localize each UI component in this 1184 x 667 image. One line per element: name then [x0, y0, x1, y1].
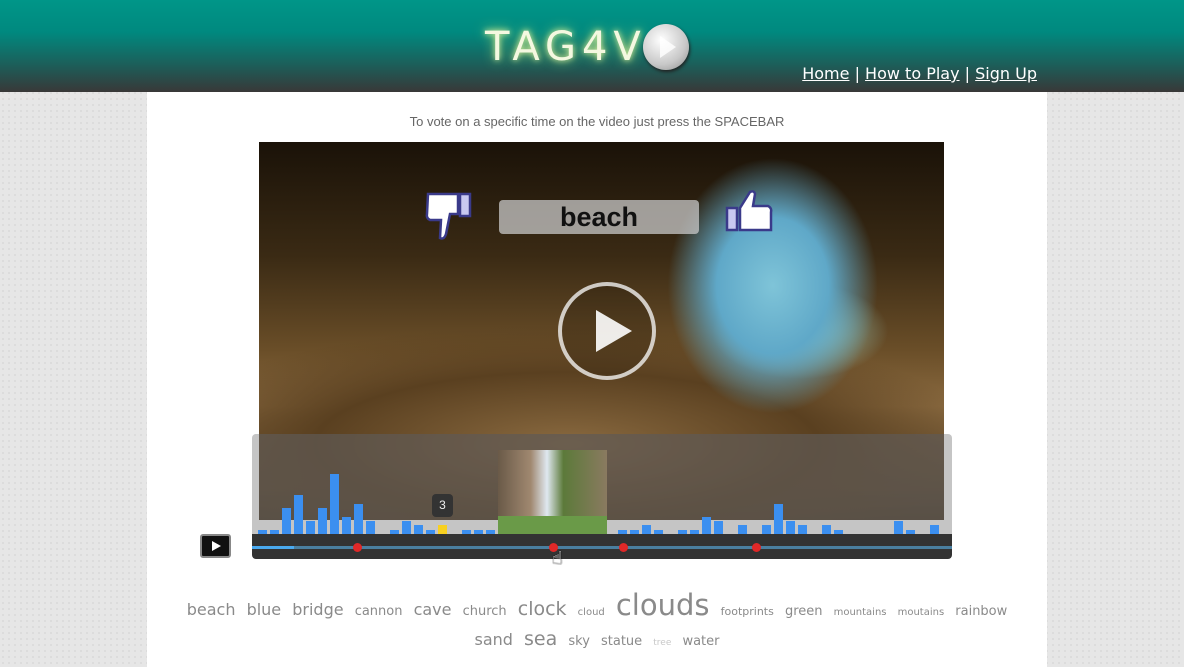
tag-cloud-item[interactable]: clouds — [616, 588, 710, 622]
tag-cloud: beach blue bridge cannon cave church clo… — [170, 591, 1024, 656]
vote-bar[interactable] — [306, 521, 315, 534]
tag-cloud-item[interactable]: cave — [414, 600, 452, 619]
vote-bar[interactable] — [762, 525, 771, 534]
tag-marker[interactable] — [353, 543, 362, 552]
tag-cloud-item[interactable]: mountains — [834, 607, 887, 618]
vote-bar[interactable] — [342, 516, 351, 534]
big-play-icon[interactable] — [558, 282, 656, 380]
nav-separator: | — [854, 64, 860, 83]
tag-cloud-item[interactable]: sea — [524, 628, 557, 650]
vote-bar[interactable] — [702, 516, 711, 534]
vote-bar[interactable] — [402, 521, 411, 534]
vote-bar[interactable] — [282, 508, 291, 534]
vote-bar[interactable] — [366, 521, 375, 534]
vote-bar[interactable] — [414, 525, 423, 534]
vote-bar[interactable] — [822, 525, 831, 534]
vote-bar[interactable] — [354, 503, 363, 534]
vote-bar[interactable] — [330, 473, 339, 534]
tag-cloud-item[interactable]: sand — [475, 630, 513, 649]
vote-bar[interactable] — [318, 508, 327, 534]
tag-cloud-item[interactable]: rainbow — [955, 604, 1007, 619]
thumbs-down-icon[interactable] — [424, 190, 474, 246]
current-tag-label: beach — [499, 200, 699, 234]
vote-bar[interactable] — [798, 525, 807, 534]
nav-home-link[interactable]: Home — [802, 64, 849, 83]
tag-cloud-item[interactable]: statue — [601, 634, 642, 649]
nav-separator: | — [964, 64, 971, 83]
top-nav: Home | How to Play | Sign Up — [802, 64, 1037, 83]
vote-count-tooltip: 3 — [432, 494, 453, 517]
vote-bar[interactable] — [774, 503, 783, 534]
nav-sign-up-link[interactable]: Sign Up — [975, 64, 1037, 83]
site-header: TAG4V Home | How to Play | Sign Up — [0, 0, 1184, 92]
tag-cloud-item[interactable]: footprints — [721, 605, 774, 618]
vote-bar[interactable] — [930, 525, 939, 534]
tag-cloud-item[interactable]: church — [463, 604, 507, 619]
hand-cursor-icon: ☝ — [552, 548, 563, 569]
play-button[interactable] — [200, 534, 231, 558]
vote-bar[interactable] — [438, 525, 447, 534]
tag-marker[interactable] — [619, 543, 628, 552]
tag-cloud-item[interactable]: sky — [568, 634, 590, 649]
site-logo[interactable]: TAG4V — [485, 22, 689, 72]
vote-bar[interactable] — [894, 521, 903, 534]
tag-cloud-item[interactable]: blue — [247, 600, 282, 619]
logo-text: TAG4V — [485, 24, 647, 70]
logo-play-icon — [642, 24, 689, 70]
tag-cloud-item[interactable]: green — [785, 604, 823, 619]
tag-cloud-item[interactable]: bridge — [292, 600, 343, 619]
tag-cloud-item[interactable]: clock — [518, 598, 567, 620]
seek-progress — [252, 546, 294, 549]
tag-marker[interactable] — [752, 543, 761, 552]
vote-bar[interactable] — [786, 521, 795, 534]
tag-cloud-item[interactable]: tree — [653, 638, 671, 648]
tag-cloud-item[interactable]: water — [682, 634, 719, 649]
vote-bar[interactable] — [714, 521, 723, 534]
vote-bar[interactable] — [642, 525, 651, 534]
thumbs-up-icon[interactable] — [724, 188, 774, 244]
tag-cloud-item[interactable]: beach — [187, 600, 236, 619]
tag-cloud-item[interactable]: cloud — [578, 607, 605, 618]
tag-cloud-item[interactable]: moutains — [898, 607, 945, 618]
vote-bar[interactable] — [294, 495, 303, 534]
tag-cloud-item[interactable]: cannon — [355, 604, 403, 619]
nav-how-to-play-link[interactable]: How to Play — [865, 64, 960, 83]
vote-bar[interactable] — [738, 525, 747, 534]
timeline-preview-thumbnail — [498, 450, 607, 534]
instruction-text: To vote on a specific time on the video … — [409, 114, 785, 129]
